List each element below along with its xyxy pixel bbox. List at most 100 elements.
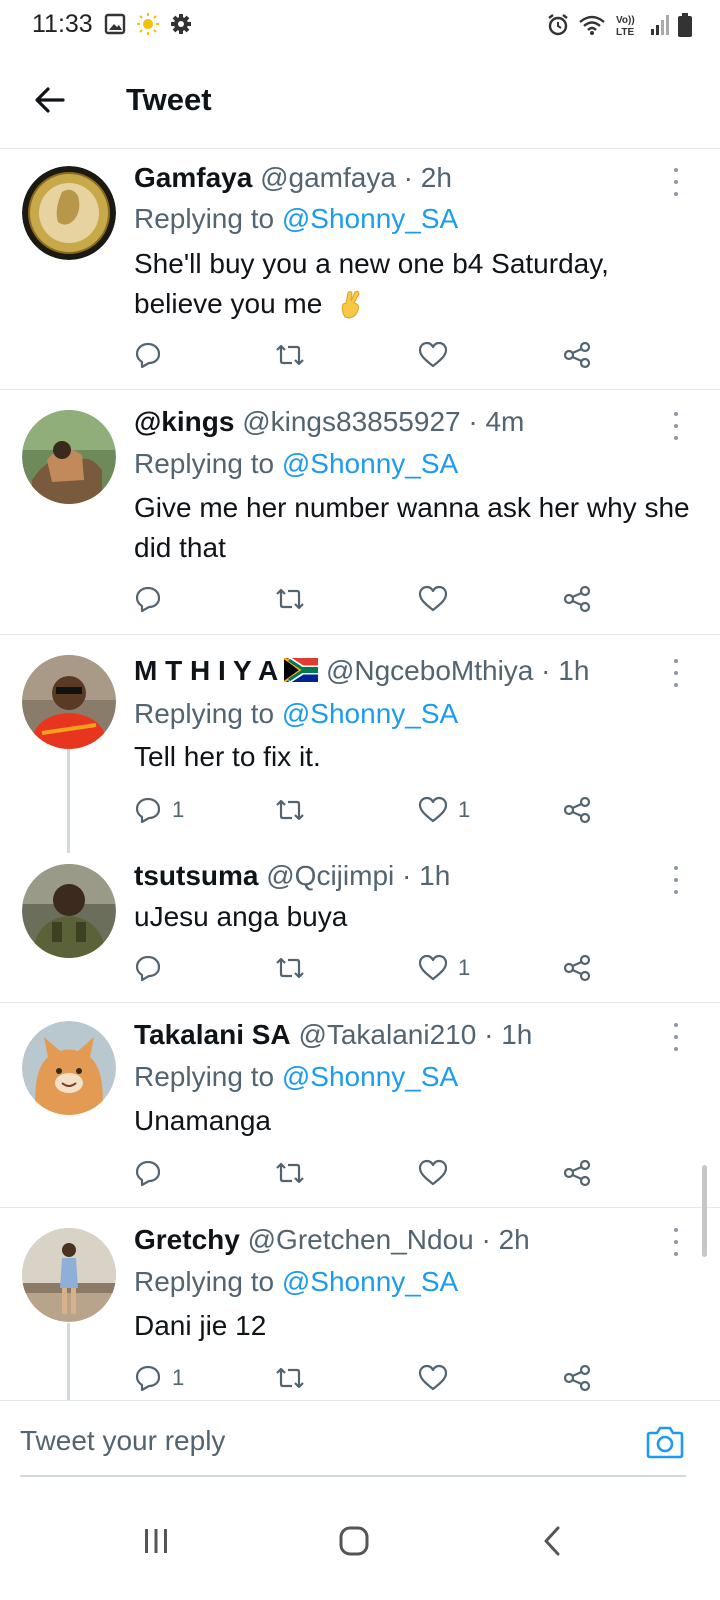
like-button[interactable] <box>418 1361 458 1395</box>
scrollbar-thumb[interactable] <box>702 1165 707 1257</box>
tweet-mthiya[interactable]: M T H I Y A @NgceboMthiya · 1h Replying … <box>0 635 720 853</box>
reply-icon <box>135 797 161 824</box>
share-button[interactable] <box>562 1361 592 1395</box>
mention-link[interactable]: @Shonny_SA <box>282 1266 458 1297</box>
tweet-time: 1h <box>558 655 590 686</box>
tweet-text-content: She'll buy you a new one b4 Saturday, be… <box>134 248 609 319</box>
tweet-kings[interactable]: @kings @kings83855927 · 4m Replying to @… <box>0 390 720 635</box>
like-button[interactable]: 1 <box>418 951 470 985</box>
battery-icon <box>678 13 692 37</box>
mention-link[interactable]: @Shonny_SA <box>282 203 458 234</box>
tweet-text: uJesu anga buya <box>134 901 348 932</box>
author-name[interactable]: Gamfaya <box>134 162 252 193</box>
share-button[interactable] <box>562 338 592 372</box>
author-name[interactable]: @kings <box>134 406 234 437</box>
system-back-button[interactable] <box>522 1511 582 1571</box>
reply-count: 1 <box>172 1365 185 1390</box>
tweet-tsutsuma[interactable]: tsutsuma @Qcijimpi · 1h uJesu anga buya … <box>0 850 720 1003</box>
share-button[interactable] <box>562 582 592 616</box>
camera-button[interactable] <box>646 1425 684 1459</box>
meta-separator: · <box>460 406 486 437</box>
meta-separator: · <box>394 860 420 891</box>
share-button[interactable] <box>562 951 592 985</box>
thread-line <box>67 747 70 853</box>
retweet-icon <box>276 957 304 979</box>
settings-gear-icon <box>171 14 191 34</box>
like-button[interactable] <box>418 582 458 616</box>
reply-button[interactable] <box>134 338 172 372</box>
mention-link[interactable]: @Shonny_SA <box>282 448 458 479</box>
avatar[interactable] <box>22 864 116 958</box>
home-button[interactable] <box>324 1511 384 1571</box>
page-title: Tweet <box>126 82 212 117</box>
more-options-icon[interactable] <box>666 659 686 687</box>
reply-button[interactable]: 1 <box>134 1361 184 1395</box>
back-chevron-icon <box>544 1526 560 1556</box>
signal-icon <box>651 15 669 35</box>
author-name[interactable]: M T H I Y A <box>134 655 278 686</box>
avatar[interactable] <box>22 410 116 504</box>
more-options-icon[interactable] <box>666 412 686 440</box>
reply-button[interactable] <box>134 951 172 985</box>
svg-text:Vo)): Vo)) <box>616 15 635 26</box>
retweet-button[interactable] <box>274 1361 306 1395</box>
author-name[interactable]: tsutsuma <box>134 860 258 891</box>
tweet-takalani[interactable]: Takalani SA @Takalani210 · 1h Replying t… <box>0 1003 720 1208</box>
reply-input[interactable] <box>20 1425 620 1457</box>
tweet-time: 4m <box>485 406 525 437</box>
author-handle[interactable]: @NgceboMthiya <box>326 655 533 686</box>
mention-link[interactable]: @Shonny_SA <box>282 1061 458 1092</box>
share-icon <box>563 1364 591 1392</box>
tweet-gamfaya[interactable]: Gamfaya @gamfaya · 2h Replying to @Shonn… <box>0 150 720 390</box>
avatar[interactable] <box>22 655 116 749</box>
author-handle[interactable]: @gamfaya <box>260 162 396 193</box>
share-button[interactable] <box>562 793 592 827</box>
recents-button[interactable] <box>126 1511 186 1571</box>
avatar[interactable] <box>22 166 116 260</box>
author-name[interactable]: Gretchy <box>134 1224 240 1255</box>
tweet-text: She'll buy you a new one b4 Saturday, be… <box>134 244 694 324</box>
more-options-icon[interactable] <box>666 1228 686 1256</box>
replying-to: Replying to @Shonny_SA <box>134 1059 458 1095</box>
share-button[interactable] <box>562 1156 592 1190</box>
volte-icon: Vo))LTE <box>616 15 635 38</box>
author-handle[interactable]: @Takalani210 <box>298 1019 476 1050</box>
like-count: 1 <box>458 955 471 980</box>
sun-icon <box>137 13 159 35</box>
back-button[interactable] <box>28 78 72 122</box>
tweet-gretchy[interactable]: Gretchy @Gretchen_Ndou · 2h Replying to … <box>0 1208 720 1400</box>
replying-to: Replying to @Shonny_SA <box>134 446 458 482</box>
author-handle[interactable]: @Qcijimpi <box>266 860 394 891</box>
more-options-icon[interactable] <box>666 1023 686 1051</box>
retweet-button[interactable] <box>274 951 306 985</box>
retweet-button[interactable] <box>274 582 306 616</box>
retweet-icon <box>276 344 304 366</box>
like-button[interactable]: 1 <box>418 793 470 827</box>
avatar[interactable] <box>22 1021 116 1115</box>
wifi-icon <box>579 15 605 35</box>
author-name[interactable]: Takalani SA <box>134 1019 291 1050</box>
more-options-icon[interactable] <box>666 866 686 894</box>
mention-link[interactable]: @Shonny_SA <box>282 698 458 729</box>
like-button[interactable] <box>418 1156 458 1190</box>
more-options-icon[interactable] <box>666 168 686 196</box>
reply-button[interactable] <box>134 582 172 616</box>
tweet-text: Tell her to fix it. <box>134 741 321 772</box>
meta-separator: · <box>395 162 421 193</box>
reply-underline <box>20 1475 686 1477</box>
reply-button[interactable] <box>134 1156 172 1190</box>
replying-to-label: Replying to <box>134 698 282 729</box>
author-handle[interactable]: @kings83855927 <box>242 406 460 437</box>
meta-separator: · <box>476 1019 502 1050</box>
home-icon <box>339 1526 369 1556</box>
author-handle[interactable]: @Gretchen_Ndou <box>248 1224 474 1255</box>
retweet-button[interactable] <box>274 338 306 372</box>
retweet-button[interactable] <box>274 1156 306 1190</box>
reply-button[interactable]: 1 <box>134 793 184 827</box>
replying-to: Replying to @Shonny_SA <box>134 1264 458 1300</box>
avatar[interactable] <box>22 1228 116 1322</box>
replying-to-label: Replying to <box>134 1061 282 1092</box>
retweet-button[interactable] <box>274 793 306 827</box>
like-button[interactable] <box>418 338 458 372</box>
status-bar: 11:33 Vo)) LTE <box>0 0 720 52</box>
